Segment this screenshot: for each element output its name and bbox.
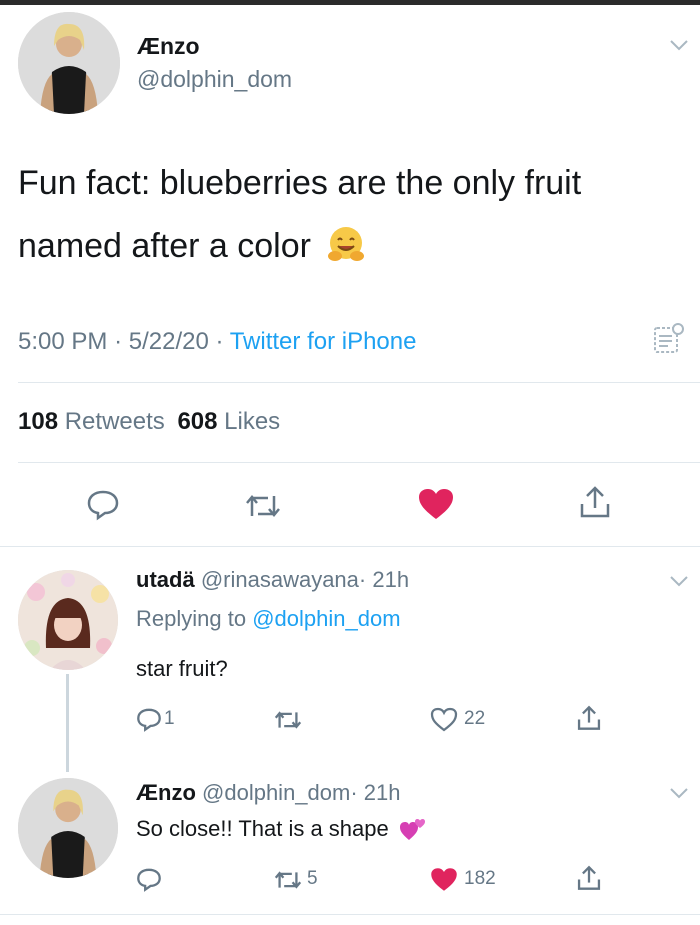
like-heart-filled-icon[interactable] — [429, 866, 459, 893]
tweet-source-link[interactable]: Twitter for iPhone — [230, 328, 417, 355]
retweets-label[interactable]: Retweets — [65, 408, 165, 435]
chevron-down-icon[interactable] — [668, 786, 690, 800]
retweet-count: 5 — [307, 868, 318, 889]
reply-count: 1 — [164, 708, 175, 729]
reply-text: So close!! That is a shape — [136, 816, 389, 841]
share-icon[interactable] — [576, 864, 602, 892]
author-name[interactable]: Ænzo — [136, 780, 196, 805]
share-icon[interactable] — [578, 484, 612, 520]
reply-text: star fruit? — [136, 656, 228, 681]
reply-header: Ænzo @dolphin_dom· 21h — [136, 780, 401, 806]
tweet-text-line-1: Fun fact: blueberries are the only fruit — [18, 164, 582, 202]
top-edge-bar — [0, 0, 700, 5]
tweet-text-line-2: named after a color — [18, 227, 311, 265]
retweet-icon[interactable] — [273, 707, 303, 733]
tweet-time: 5:00 PM — [18, 328, 108, 355]
share-icon[interactable] — [576, 704, 602, 732]
like-count: 182 — [464, 868, 496, 889]
reply-icon[interactable] — [86, 487, 120, 521]
reply-text-wrap: So close!! That is a shape — [136, 816, 427, 842]
chevron-down-icon[interactable] — [668, 38, 690, 52]
divider — [0, 914, 700, 915]
author-handle[interactable]: @dolphin_dom — [137, 66, 292, 93]
author-handle[interactable]: @dolphin_dom — [202, 780, 350, 805]
reply-icon[interactable] — [136, 706, 162, 732]
tweet-meta: 5:00 PM · 5/22/20 · Twitter for iPhone — [18, 328, 416, 356]
analytics-icon[interactable] — [652, 322, 686, 356]
two-hearts-emoji-icon — [399, 819, 425, 840]
author-name[interactable]: Ænzo — [137, 33, 200, 60]
likes-label[interactable]: Likes — [224, 408, 280, 435]
like-heart-outline-icon[interactable] — [429, 706, 459, 733]
avatar[interactable] — [18, 12, 120, 114]
like-count: 22 — [464, 708, 486, 729]
avatar-portrait-icon — [18, 12, 120, 114]
author-handle[interactable]: @rinasawayana — [201, 567, 359, 592]
replying-to-handle[interactable]: @dolphin_dom — [252, 606, 400, 631]
reply-icon[interactable] — [136, 866, 162, 892]
divider — [18, 462, 700, 463]
replying-to-label: Replying to — [136, 606, 247, 631]
avatar[interactable] — [18, 778, 118, 878]
thread-connector-line — [66, 674, 69, 772]
meta-separator: · — [215, 328, 224, 355]
divider — [0, 546, 700, 547]
tweet-date: 5/22/20 — [128, 328, 209, 355]
hugging-face-emoji-icon — [328, 227, 365, 261]
reply-header: utadä @rinasawayana· 21h — [136, 567, 409, 593]
like-heart-filled-icon[interactable] — [416, 486, 456, 522]
tweet-text-line-2-wrap: named after a color — [18, 225, 366, 266]
author-name[interactable]: utadä — [136, 567, 195, 592]
avatar-portrait-icon — [18, 778, 118, 878]
avatar-portrait-icon — [18, 570, 118, 670]
chevron-down-icon[interactable] — [668, 574, 690, 588]
meta-separator: · — [358, 567, 367, 592]
avatar[interactable] — [18, 570, 118, 670]
meta-separator: · — [114, 328, 123, 355]
engagement-stats: 108 Retweets 608 Likes — [18, 408, 280, 436]
replying-to: Replying to @dolphin_dom — [136, 606, 401, 632]
retweet-icon[interactable] — [273, 867, 303, 893]
meta-separator: · — [350, 780, 358, 805]
reply-time[interactable]: 21h — [364, 780, 401, 805]
divider — [18, 382, 700, 383]
likes-count[interactable]: 608 — [177, 408, 217, 435]
retweets-count[interactable]: 108 — [18, 408, 58, 435]
retweet-icon[interactable] — [244, 489, 282, 523]
reply-time[interactable]: 21h — [372, 567, 409, 592]
